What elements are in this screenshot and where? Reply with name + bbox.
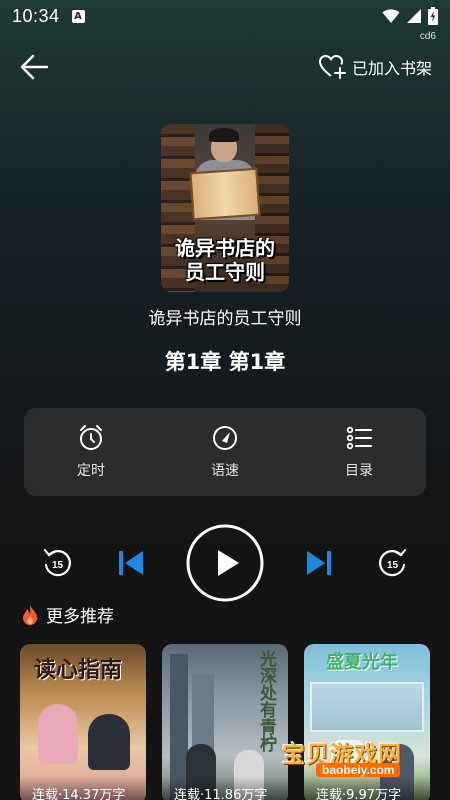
status-icons [382, 7, 438, 25]
rec-status: 连载·14.37万字 [20, 776, 146, 800]
heart-plus-icon [318, 55, 346, 79]
play-icon [186, 524, 264, 602]
add-to-shelf-button[interactable]: 已加入书架 [318, 50, 432, 84]
notification-a-icon: A [71, 9, 85, 23]
device-tag: cd6 [419, 31, 436, 42]
forward-15-button[interactable]: 15 [376, 546, 410, 580]
arrow-left-icon [20, 54, 49, 80]
forward-15-icon: 15 [379, 548, 407, 577]
recommend-card[interactable]: 读心指南 连载·14.37万字 [20, 644, 146, 800]
rewind-15-icon: 15 [43, 548, 71, 577]
book-title: 诡异书店的员工守则 [148, 309, 302, 329]
top-bar: 已加入书架 [0, 46, 450, 86]
timer-button[interactable]: 定时 [41, 424, 141, 480]
back-button[interactable] [18, 50, 52, 84]
player-controls: 15 15 [0, 522, 450, 604]
skip-previous-icon [119, 551, 143, 575]
rec-cover-title: 光深处有青柠 [256, 650, 276, 752]
watermark-url: baobeiy.com [316, 763, 401, 777]
watermark: 宝贝游戏网 baobeiy.com [282, 735, 442, 783]
recommend-header: 更多推荐 [20, 602, 114, 627]
catalog-button[interactable]: 目录 [309, 424, 409, 480]
wifi-icon [382, 9, 400, 23]
play-button[interactable] [186, 524, 264, 602]
speed-gauge-icon [213, 426, 237, 450]
rewind-seconds: 15 [52, 560, 64, 571]
next-chapter-button[interactable] [302, 546, 336, 580]
timer-label: 定时 [77, 463, 105, 479]
rec-status: 连载·11.86万字 [162, 776, 288, 800]
recommend-title: 更多推荐 [46, 607, 114, 627]
list-icon [346, 426, 372, 450]
alarm-clock-icon [80, 425, 102, 450]
chapter-title: 第1章 第1章 [164, 350, 286, 374]
fire-icon [23, 604, 37, 625]
skip-next-icon [307, 551, 331, 575]
rewind-15-button[interactable]: 15 [40, 546, 74, 580]
shelf-label: 已加入书架 [351, 59, 432, 78]
cover-title: 诡异书店的 员工守则 [175, 236, 275, 284]
previous-chapter-button[interactable] [114, 546, 148, 580]
catalog-label: 目录 [345, 463, 373, 479]
controls-card: 定时 语速 目录 [24, 408, 426, 496]
speed-button[interactable]: 语速 [175, 424, 275, 480]
battery-icon [428, 7, 438, 25]
recommend-card[interactable]: 光深处有青柠 连载·11.86万字 [162, 644, 288, 800]
speed-label: 语速 [211, 463, 239, 479]
signal-icon [407, 9, 421, 23]
status-bar: 10:34 A [0, 0, 450, 32]
rec-cover-title: 读心指南 [34, 658, 123, 683]
rec-cover-title: 盛夏光年 [326, 652, 398, 673]
book-cover: 诡异书店的 员工守则 [161, 124, 289, 292]
forward-seconds: 15 [387, 560, 399, 571]
status-time: 10:34 [12, 5, 60, 26]
